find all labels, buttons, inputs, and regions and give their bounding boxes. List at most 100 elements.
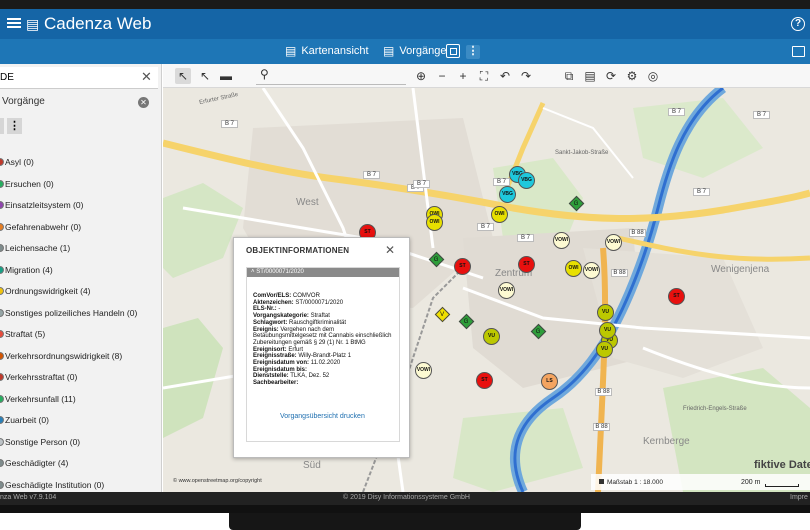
undo-icon[interactable]: ↶ bbox=[497, 68, 513, 84]
sidebar-section-title: Vorgänge bbox=[2, 96, 45, 107]
map-marker[interactable]: VU bbox=[599, 322, 616, 339]
map-marker[interactable]: VU bbox=[597, 304, 614, 321]
fullscreen-icon[interactable]: ⛶ bbox=[476, 68, 492, 84]
road-label: B 88 bbox=[593, 423, 610, 431]
layer-color-icon bbox=[0, 158, 4, 166]
street-label: Friedrich-Engels-Straße bbox=[683, 406, 747, 412]
road-label: B 7 bbox=[517, 234, 534, 242]
map-attribution[interactable]: © www.openstreetmap.org/copyright bbox=[173, 478, 262, 484]
layer-color-icon bbox=[0, 201, 4, 209]
sidebar-layer-item[interactable]: Geschädigter (4) bbox=[0, 457, 160, 479]
map-marker[interactable]: VOWI bbox=[583, 262, 600, 279]
road-label: B 7 bbox=[753, 111, 770, 119]
record-field: Aktenzeichen: ST/0000071/2020 bbox=[253, 300, 397, 307]
layer-color-icon bbox=[0, 222, 4, 231]
map-search-input[interactable]: ⚲ bbox=[256, 67, 406, 85]
sidebar-layer-item[interactable]: Straftat (5) bbox=[0, 328, 160, 350]
layer-label: Ersuchen (0) bbox=[5, 178, 54, 189]
sidebar-layer-item[interactable]: Sonstiges polizeiliches Handeln (0) bbox=[0, 307, 160, 329]
map-marker[interactable]: VOWI bbox=[415, 362, 432, 379]
map-marker[interactable]: VOWI bbox=[605, 234, 622, 251]
sidebar-layer-item[interactable]: Verkehrsordnungswidrigkeit (8) bbox=[0, 350, 160, 372]
map-marker[interactable]: VU bbox=[596, 341, 613, 358]
sidebar-layer-item[interactable]: Migration (4) bbox=[0, 264, 160, 286]
record-header[interactable]: ˄ ST/0000071/2020 bbox=[247, 268, 399, 277]
layer-label: Zuarbeit (0) bbox=[5, 415, 49, 425]
field-key: Ereignisdatum von: bbox=[253, 360, 310, 367]
map-marker[interactable]: ST bbox=[454, 258, 471, 275]
diamond-label: G bbox=[463, 318, 469, 325]
help-icon[interactable]: ? bbox=[791, 17, 805, 31]
record-field: Ereignisdatum bis: bbox=[253, 367, 397, 374]
print-icon[interactable] bbox=[792, 46, 805, 57]
map-marker[interactable]: VOWI bbox=[553, 232, 570, 249]
zoom-in-icon[interactable]: + bbox=[455, 68, 471, 84]
tab-vorgaenge[interactable]: ▤ Vorgänge bbox=[383, 44, 446, 58]
sidebar: DE ✕ › Vorgänge ✕ ⋮ Asyl (0)Ersuchen (0)… bbox=[0, 64, 162, 492]
map-marker[interactable]: ST bbox=[518, 256, 535, 273]
road-label: B 7 bbox=[668, 108, 685, 116]
map-marker[interactable]: ST bbox=[476, 372, 493, 389]
diamond-label: G bbox=[535, 328, 541, 335]
map-layer-icon[interactable]: ▤ bbox=[582, 68, 598, 84]
map-marker[interactable]: LS bbox=[541, 373, 558, 390]
version-label: nza Web v7.9.104 bbox=[0, 494, 57, 501]
sidebar-layer-item[interactable]: Einsatzleitsystem (0) bbox=[0, 199, 160, 221]
imprint-link[interactable]: Impre bbox=[790, 494, 808, 501]
sidebar-layer-item[interactable]: Verkehrsstraftat (0) bbox=[0, 371, 160, 393]
layer-color-icon bbox=[0, 437, 4, 446]
road-label: B 88 bbox=[595, 388, 612, 396]
close-icon[interactable]: ✕ bbox=[385, 243, 395, 257]
field-key: Ereignisort: bbox=[253, 346, 287, 353]
map-marker[interactable]: VBG bbox=[518, 172, 535, 189]
lasso-select-icon[interactable]: ◎ bbox=[645, 68, 661, 84]
sidebar-search-input[interactable]: DE ✕ bbox=[0, 67, 158, 89]
layer-color-icon bbox=[0, 373, 4, 381]
road-label: B 88 bbox=[629, 229, 646, 237]
record-field: Ereignisdatum von: 11.02.2020 bbox=[253, 360, 397, 367]
sidebar-tools: ⋮ bbox=[0, 118, 24, 134]
layer-color-icon bbox=[0, 480, 4, 489]
select-info-icon[interactable]: ↖ bbox=[175, 68, 191, 84]
sidebar-layer-item[interactable]: Verkehrsunfall (11) bbox=[0, 393, 160, 415]
sidebar-layer-item[interactable]: Ordnungswidrigkeit (4) bbox=[0, 285, 160, 307]
tab-kartenansicht[interactable]: ▤ Kartenansicht bbox=[285, 44, 369, 58]
redo-icon[interactable]: ↷ bbox=[518, 68, 534, 84]
settings-icon[interactable]: ⚙ bbox=[624, 68, 640, 84]
window-icon[interactable] bbox=[446, 44, 460, 58]
sidebar-layer-item[interactable]: Leichensache (1) bbox=[0, 242, 160, 264]
print-overview-link[interactable]: Vorgangsübersicht drucken bbox=[280, 413, 365, 420]
map-marker[interactable]: OWI bbox=[491, 206, 508, 223]
sidebar-layer-item[interactable]: Asyl (0) bbox=[0, 156, 160, 178]
layer-label: Sonstiges polizeiliches Handeln (0) bbox=[5, 307, 138, 318]
zoom-out-icon[interactable]: − bbox=[434, 68, 450, 84]
district-label: Wenigenjena bbox=[711, 264, 770, 275]
pointer-icon[interactable]: ↖ bbox=[197, 68, 213, 84]
sidebar-layer-item[interactable]: Ersuchen (0) bbox=[0, 178, 160, 200]
close-icon[interactable]: ✕ bbox=[138, 97, 149, 108]
clear-icon[interactable]: ✕ bbox=[141, 69, 152, 85]
sidebar-layer-item[interactable]: Sonstige Person (0) bbox=[0, 436, 160, 458]
map-marker[interactable]: VBG bbox=[499, 186, 516, 203]
monitor-stand bbox=[229, 513, 581, 530]
measure-icon[interactable]: ▬ bbox=[218, 68, 234, 84]
map-marker[interactable]: OWI bbox=[565, 260, 582, 277]
tool-button[interactable] bbox=[0, 118, 4, 134]
map-marker[interactable]: ST bbox=[668, 288, 685, 305]
more-options-icon[interactable]: ⋮ bbox=[466, 45, 480, 59]
locate-icon[interactable]: ⊕ bbox=[413, 68, 429, 84]
refresh-icon[interactable]: ⟳ bbox=[603, 68, 619, 84]
map-marker[interactable]: OWI bbox=[426, 214, 443, 231]
more-options-icon[interactable]: ⋮ bbox=[7, 118, 22, 134]
record-fields: ComVor/ELS: COMVOR Aktenzeichen: ST/00000… bbox=[253, 293, 397, 387]
layer-label: Leichensache (1) bbox=[5, 243, 71, 253]
map-marker[interactable]: VOWI bbox=[498, 282, 515, 299]
layer-label: Straftat (5) bbox=[5, 329, 46, 339]
scale-distance: 200 m bbox=[741, 479, 761, 486]
sidebar-layer-item[interactable]: Gefahrenabwehr (0) bbox=[0, 221, 160, 243]
map-marker[interactable]: VU bbox=[483, 328, 500, 345]
hamburger-menu-icon[interactable] bbox=[7, 16, 21, 30]
copy-icon[interactable]: ⧉ bbox=[561, 68, 577, 84]
sidebar-layer-item[interactable]: Geschädigte Institution (0) bbox=[0, 479, 160, 493]
sidebar-layer-item[interactable]: Zuarbeit (0) bbox=[0, 414, 160, 436]
